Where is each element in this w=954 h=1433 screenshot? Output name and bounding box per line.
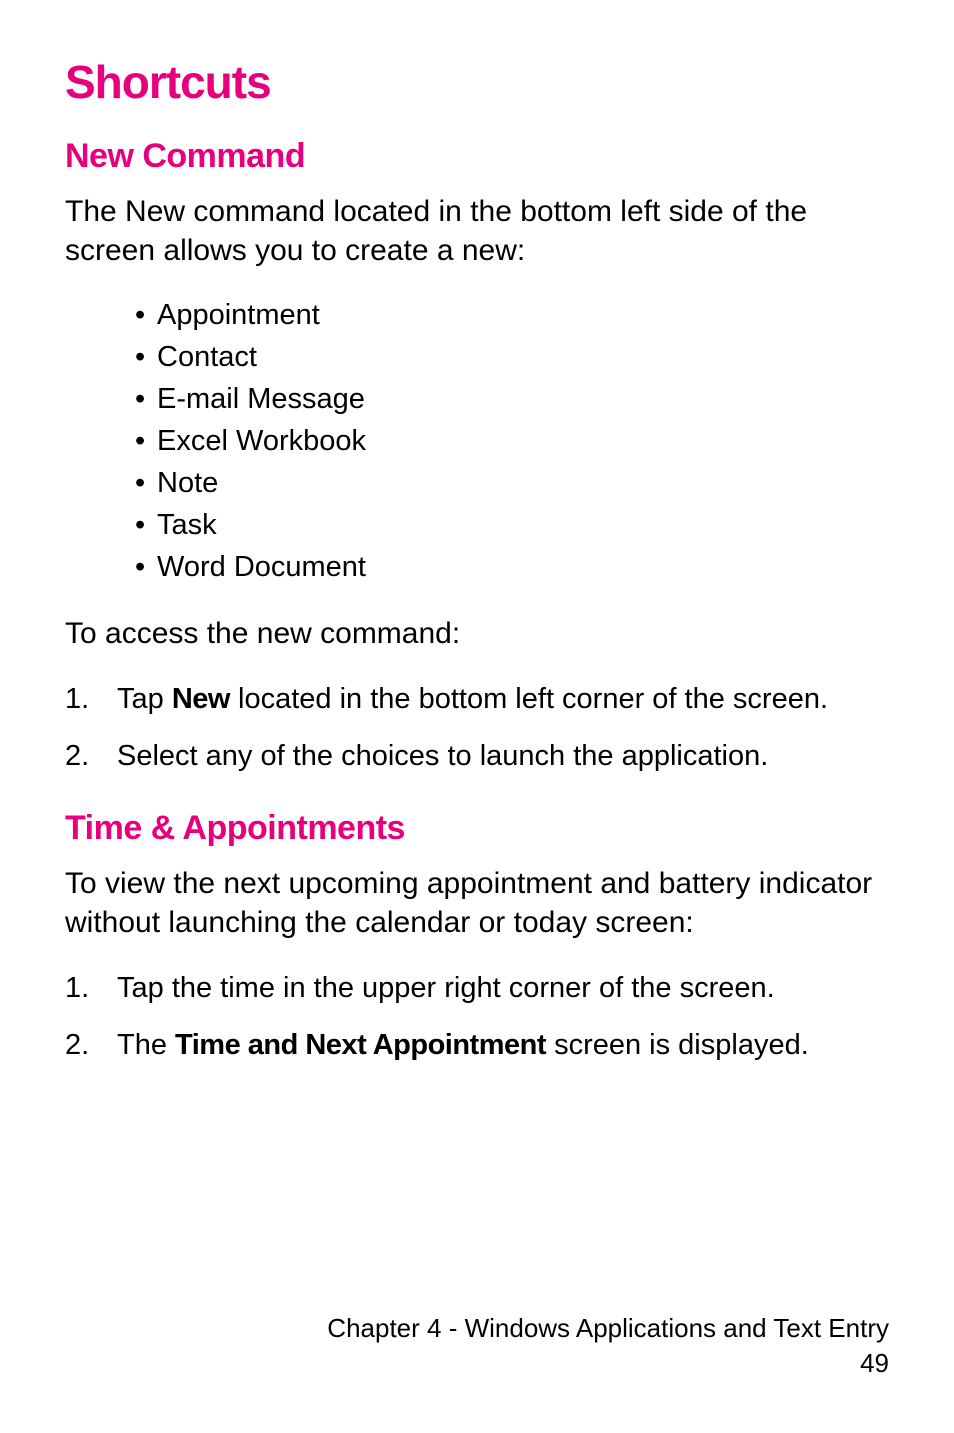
steps-time-appointments: 1. Tap the time in the upper right corne… <box>65 966 889 1068</box>
bold-label: Time and Next Appointment <box>175 1029 546 1061</box>
access-text: To access the new command: <box>65 614 889 653</box>
new-command-bullets: Appointment Contact E-mail Message Excel… <box>135 294 889 588</box>
intro-new-command: The New command located in the bottom le… <box>65 192 889 270</box>
step-text: The Time and Next Appointment screen is … <box>117 1023 889 1068</box>
bullet-item: Excel Workbook <box>135 420 889 462</box>
step-text: Select any of the choices to launch the … <box>117 734 889 779</box>
bullet-item: Appointment <box>135 294 889 336</box>
chapter-label: Chapter 4 - Windows Applications and Tex… <box>327 1311 889 1346</box>
step-text: Tap the time in the upper right corner o… <box>117 966 889 1011</box>
bullet-item: Note <box>135 462 889 504</box>
page-number: 49 <box>327 1346 889 1381</box>
bullet-item: Word Document <box>135 546 889 588</box>
bold-label: New <box>172 683 230 715</box>
bullet-item: Contact <box>135 336 889 378</box>
heading-time-appointments: Time & Appointments <box>65 809 889 848</box>
step-item: 1. Tap New located in the bottom left co… <box>65 677 889 722</box>
step-number: 1. <box>65 966 117 1011</box>
step-number: 1. <box>65 677 117 722</box>
step-text: Tap New located in the bottom left corne… <box>117 677 889 722</box>
steps-new-command: 1. Tap New located in the bottom left co… <box>65 677 889 779</box>
bullet-item: E-mail Message <box>135 378 889 420</box>
step-item: 2. Select any of the choices to launch t… <box>65 734 889 779</box>
step-item: 2. The Time and Next Appointment screen … <box>65 1023 889 1068</box>
page-footer: Chapter 4 - Windows Applications and Tex… <box>327 1311 889 1381</box>
page-title: Shortcuts <box>65 55 889 109</box>
step-item: 1. Tap the time in the upper right corne… <box>65 966 889 1011</box>
heading-new-command: New Command <box>65 137 889 176</box>
step-number: 2. <box>65 1023 117 1068</box>
intro-time-appointments: To view the next upcoming appointment an… <box>65 864 889 942</box>
step-number: 2. <box>65 734 117 779</box>
bullet-item: Task <box>135 504 889 546</box>
